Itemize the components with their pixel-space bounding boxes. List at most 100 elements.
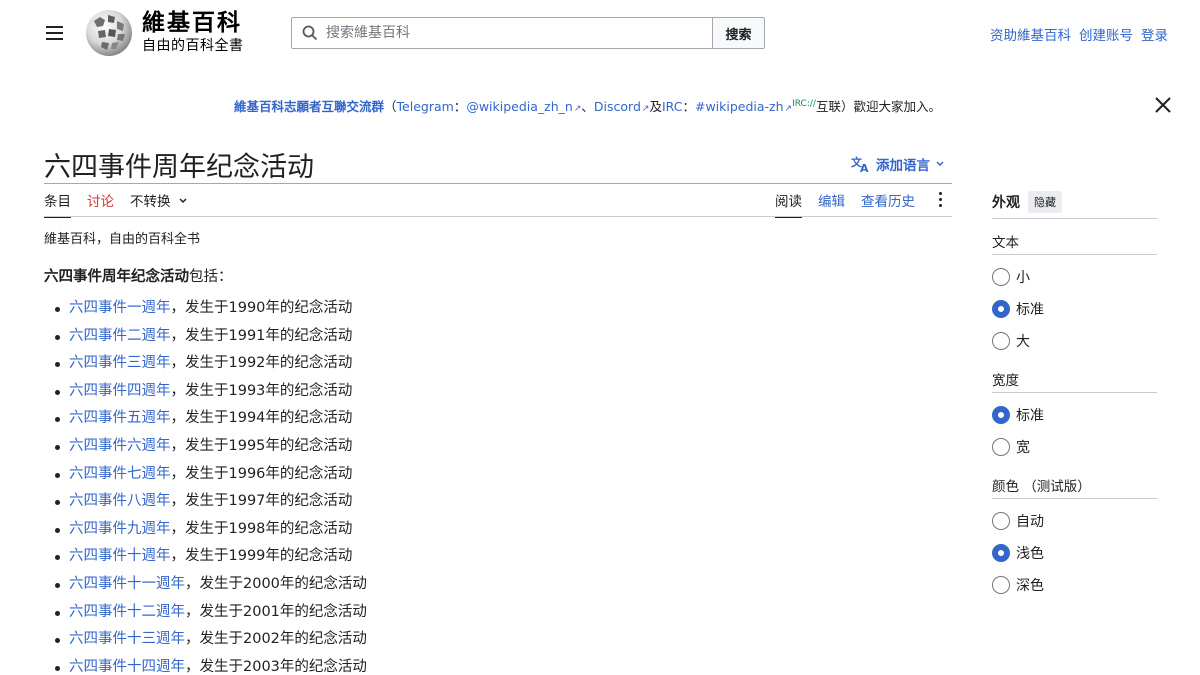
hide-appearance-button[interactable]: 隐藏 [1028,191,1062,213]
notice-paren: （ [384,99,397,114]
text-size-option-standard[interactable]: 标准 [992,293,1157,325]
option-label: 大 [1016,334,1030,350]
list-item-text: ，发生于2000年的纪念活动 [185,575,367,592]
list-item-text: ，发生于2001年的纪念活动 [185,603,367,620]
search-input[interactable] [326,25,686,41]
list-item-link[interactable]: 六四事件一週年 [69,300,171,316]
text-size-divider [992,254,1157,255]
telegram-link[interactable]: Telegram [397,99,454,114]
irc-channel-link[interactable]: #wikipedia-zh [695,99,792,114]
more-actions-icon[interactable] [931,192,949,207]
radio-button[interactable] [992,332,1010,350]
volunteer-group-link[interactable]: 維基百科志願者互聯交流群 [234,99,384,114]
list-item: 六四事件八週年，发生于1997年的纪念活动 [53,490,367,518]
list-item-text: ，发生于1996年的纪念活动 [170,465,353,482]
language-icon: 文 A [851,155,869,173]
user-links: 资助維基百科 创建账号 登录 [990,24,1168,44]
list-item-link[interactable]: 六四事件九週年 [69,521,171,537]
intro-bold: 六四事件周年纪念活动 [44,269,189,285]
list-item-link[interactable]: 六四事件七週年 [69,466,171,482]
tab-talk[interactable]: 讨论 [87,190,114,218]
color-option-light[interactable]: 浅色 [992,537,1157,569]
list-item-link[interactable]: 六四事件五週年 [69,410,171,426]
text-size-option-large[interactable]: 大 [992,325,1157,357]
list-item-link[interactable]: 六四事件二週年 [69,328,171,344]
radio-button-checked[interactable] [992,300,1010,318]
appearance-panel: 外观 隐藏 文本 小 标准 大 宽度 标准 宽 颜色 （测试版） 自动 浅色 深… [992,190,1157,601]
list-item-link[interactable]: 六四事件十一週年 [69,576,185,592]
list-item-text: ，发生于1998年的纪念活动 [170,520,353,537]
radio-button[interactable] [992,438,1010,456]
tab-history[interactable]: 查看历史 [861,190,915,216]
option-label: 深色 [1016,578,1044,594]
tab-article[interactable]: 条目 [44,190,71,218]
radio-button[interactable] [992,512,1010,530]
option-label: 宽 [1016,440,1030,456]
site-name: 維基百科 [142,9,242,36]
notice-and: 及 [649,99,662,114]
donate-link[interactable]: 资助維基百科 [990,24,1071,44]
create-account-link[interactable]: 创建账号 [1079,24,1133,44]
list-item-text: ，发生于1993年的纪念活动 [170,382,353,399]
list-item-link[interactable]: 六四事件十三週年 [69,631,185,647]
color-divider [992,498,1157,499]
tab-read[interactable]: 阅读 [775,190,802,218]
color-option-dark[interactable]: 深色 [992,569,1157,601]
list-item: 六四事件三週年，发生于1992年的纪念活动 [53,352,367,380]
width-option-standard[interactable]: 标准 [992,399,1157,431]
text-size-option-small[interactable]: 小 [992,261,1157,293]
width-options: 标准 宽 [992,399,1157,463]
color-label: 颜色 （测试版） [992,479,1091,495]
svg-text:A: A [860,162,869,173]
list-item-text: ，发生于1991年的纪念活动 [170,327,353,344]
list-item-text: ，发生于1994年的纪念活动 [170,410,353,427]
color-option-auto[interactable]: 自动 [992,505,1157,537]
search-field[interactable] [291,17,713,49]
list-item-link[interactable]: 六四事件四週年 [69,383,171,399]
option-label: 小 [1016,270,1030,286]
login-link[interactable]: 登录 [1141,24,1168,44]
wikipedia-globe-logo[interactable] [84,9,134,57]
width-option-wide[interactable]: 宽 [992,431,1157,463]
notice-colon: ： [453,99,467,114]
list-item: 六四事件十二週年，发生于2001年的纪念活动 [53,601,367,629]
search-button[interactable]: 搜索 [713,17,765,49]
chevron-down-icon [936,161,944,167]
add-languages-label: 添加语言 [876,158,930,174]
list-item-link[interactable]: 六四事件十週年 [69,548,171,564]
title-divider [44,183,952,184]
irc-link[interactable]: IRC [662,99,682,114]
list-item-text: ，发生于1995年的纪念活动 [170,437,353,454]
radio-button-checked[interactable] [992,406,1010,424]
chevron-down-icon [179,198,187,204]
telegram-handle-link[interactable]: @wikipedia_zh_n [466,99,581,114]
main-menu-button[interactable] [40,20,68,46]
list-item-link[interactable]: 六四事件三週年 [69,355,171,371]
tab-variant[interactable]: 不转换 [130,190,188,218]
appearance-divider [992,218,1157,219]
list-item-link[interactable]: 六四事件八週年 [69,493,171,509]
discord-link[interactable]: Discord [594,99,650,114]
add-languages-button[interactable]: 文 A 添加语言 [851,154,945,174]
list-item-link[interactable]: 六四事件六週年 [69,438,171,454]
color-options: 自动 浅色 深色 [992,505,1157,601]
radio-button[interactable] [992,576,1010,594]
wordmark[interactable]: 維基百科 自由的百科全書 [142,9,244,55]
list-item-link[interactable]: 六四事件十二週年 [69,604,185,620]
site-subtitle: 維基百科，自由的百科全书 [44,232,201,247]
radio-button-checked[interactable] [992,544,1010,562]
radio-button[interactable] [992,268,1010,286]
appearance-header: 外观 隐藏 [992,190,1157,214]
list-item-link[interactable]: 六四事件十四週年 [69,659,185,675]
notice-separator: 、 [581,99,594,114]
view-tabs: 阅读 编辑 查看历史 [775,190,949,218]
text-size-label: 文本 [992,235,1019,251]
irc-protocol-sup: IRC:// [792,98,816,109]
option-label: 自动 [1016,514,1044,530]
namespace-tabs: 条目 讨论 不转换 [44,190,188,218]
list-item: 六四事件十週年，发生于1999年的纪念活动 [53,545,367,573]
tab-edit[interactable]: 编辑 [818,190,845,216]
close-icon[interactable] [1153,95,1173,115]
notice-tail: 互联）歡迎大家加入。 [815,99,941,114]
list-item-text: ，发生于1992年的纪念活动 [170,355,353,372]
